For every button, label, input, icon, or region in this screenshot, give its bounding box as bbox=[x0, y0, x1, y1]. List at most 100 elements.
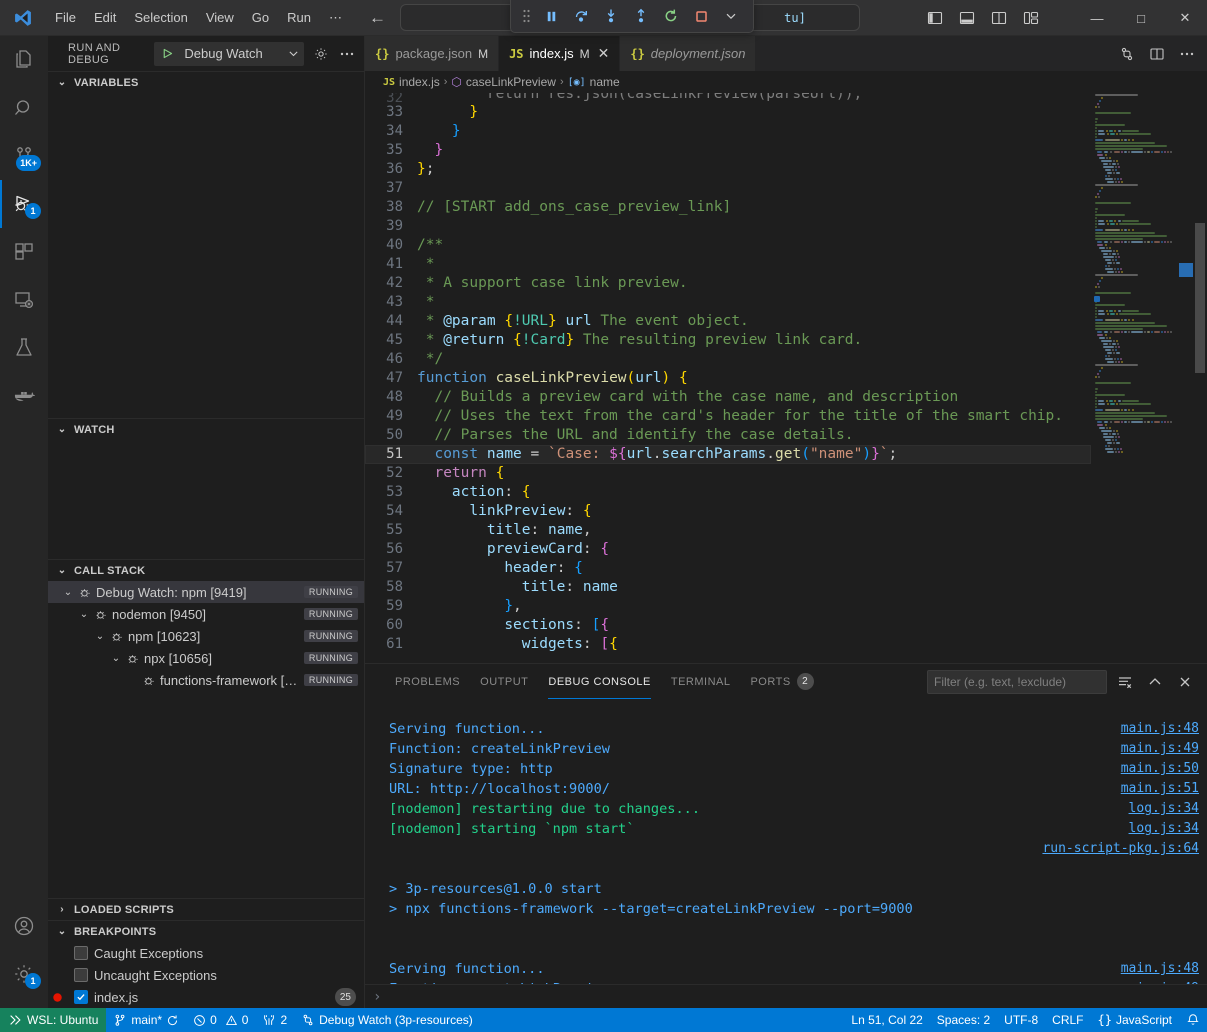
breakpoint-row[interactable]: index.js 25 bbox=[48, 986, 364, 1008]
activitybar-item-accounts[interactable] bbox=[0, 902, 48, 950]
minimap[interactable] bbox=[1091, 93, 1193, 663]
toggle-primary-sidebar-icon[interactable] bbox=[919, 0, 951, 36]
maximize-panel-button[interactable] bbox=[1143, 670, 1167, 694]
code-line[interactable]: 55 title: name, bbox=[365, 521, 1091, 540]
open-launch-json-button[interactable] bbox=[312, 43, 330, 65]
chevron-down-icon[interactable]: ⌄ bbox=[92, 631, 108, 642]
tab-index-js[interactable]: JS index.js M ✕ bbox=[499, 36, 620, 71]
console-filter-input[interactable]: Filter (e.g. text, !exclude) bbox=[927, 670, 1107, 694]
console-source-link[interactable]: main.js:48 bbox=[1121, 959, 1199, 979]
breadcrumb-item-function[interactable]: ⬡ caseLinkPreview bbox=[451, 75, 556, 89]
code-line[interactable]: 50 // Parses the URL and identify the ca… bbox=[365, 426, 1091, 445]
tab-output[interactable]: OUTPUT bbox=[470, 664, 538, 699]
stop-button[interactable] bbox=[687, 3, 715, 29]
activitybar-item-search[interactable] bbox=[0, 84, 48, 132]
customize-layout-icon[interactable] bbox=[1015, 0, 1047, 36]
code-line[interactable]: 56 previewCard: { bbox=[365, 540, 1091, 559]
variables-tree[interactable] bbox=[48, 93, 364, 418]
section-header-call-stack[interactable]: ⌄ CALL STACK bbox=[48, 559, 364, 581]
activitybar-item-run-and-debug[interactable]: 1 bbox=[0, 180, 48, 228]
code-line[interactable]: 37 bbox=[365, 179, 1091, 198]
statusbar-problems[interactable]: 0 0 bbox=[186, 1008, 255, 1032]
close-icon[interactable]: ✕ bbox=[598, 45, 610, 62]
call-stack-row[interactable]: ⌄ npm [10623] RUNNING bbox=[48, 625, 364, 647]
menu-view[interactable]: View bbox=[197, 6, 243, 30]
console-source-link[interactable]: main.js:51 bbox=[1121, 779, 1199, 799]
activitybar-item-extensions[interactable] bbox=[0, 228, 48, 276]
code-line[interactable]: 38// [START add_ons_case_preview_link] bbox=[365, 198, 1091, 217]
menu-run[interactable]: Run bbox=[278, 6, 320, 30]
console-source-link[interactable]: main.js:49 bbox=[1121, 739, 1199, 759]
code-line[interactable]: 47function caseLinkPreview(url) { bbox=[365, 369, 1091, 388]
step-out-button[interactable] bbox=[627, 3, 655, 29]
code-line[interactable]: 40/** bbox=[365, 236, 1091, 255]
tab-terminal[interactable]: TERMINAL bbox=[661, 664, 741, 699]
code-line[interactable]: 61 widgets: [{ bbox=[365, 635, 1091, 654]
menu-go[interactable]: Go bbox=[243, 6, 278, 30]
console-source-link[interactable]: log.js:34 bbox=[1129, 819, 1199, 839]
tab-ports[interactable]: PORTS 2 bbox=[740, 664, 823, 699]
activitybar-item-docker[interactable] bbox=[0, 372, 48, 420]
statusbar-branch[interactable]: main* bbox=[106, 1008, 186, 1032]
menu-edit[interactable]: Edit bbox=[85, 6, 125, 30]
code-line[interactable]: 41 * bbox=[365, 255, 1091, 274]
debug-console-input[interactable]: › bbox=[365, 984, 1207, 1008]
code-line[interactable]: 34 } bbox=[365, 122, 1091, 141]
code-line[interactable]: 36}; bbox=[365, 160, 1091, 179]
console-source-link[interactable]: log.js:34 bbox=[1129, 799, 1199, 819]
code-line[interactable]: 45 * @return {!Card} The resulting previ… bbox=[365, 331, 1091, 350]
call-stack-row[interactable]: ⌄ nodemon [9450] RUNNING bbox=[48, 603, 364, 625]
code-editor[interactable]: 32 return res.json(caseLinkPreview(parse… bbox=[365, 93, 1207, 663]
step-over-button[interactable] bbox=[567, 3, 595, 29]
breakpoint-checkbox[interactable] bbox=[74, 946, 88, 960]
breakpoint-row[interactable]: Caught Exceptions bbox=[48, 942, 364, 964]
console-source-link[interactable]: run-script-pkg.js:64 bbox=[1042, 839, 1199, 859]
section-header-breakpoints[interactable]: ⌄ BREAKPOINTS bbox=[48, 920, 364, 942]
code-line[interactable]: 51 const name = `Case: ${url.searchParam… bbox=[365, 445, 1091, 464]
statusbar-eol[interactable]: CRLF bbox=[1045, 1008, 1090, 1032]
code-line[interactable]: 58 title: name bbox=[365, 578, 1091, 597]
close-button[interactable]: ✕ bbox=[1163, 0, 1207, 36]
code-line[interactable]: 33 } bbox=[365, 103, 1091, 122]
code-line[interactable]: 44 * @param {!URL} url The event object. bbox=[365, 312, 1091, 331]
toggle-secondary-sidebar-icon[interactable] bbox=[983, 0, 1015, 36]
launch-configuration-select[interactable]: Debug Watch bbox=[154, 42, 304, 66]
call-stack-row[interactable]: ⌄ npx [10656] RUNNING bbox=[48, 647, 364, 669]
code-line[interactable]: 32 return res.json(caseLinkPreview(parse… bbox=[365, 93, 1091, 103]
minimap-slider[interactable] bbox=[1179, 263, 1193, 277]
statusbar-debug-session[interactable]: Debug Watch (3p-resources) bbox=[294, 1008, 480, 1032]
console-source-link[interactable]: main.js:49 bbox=[1121, 979, 1199, 984]
call-stack-row[interactable]: functions-framework [106… RUNNING bbox=[48, 669, 364, 691]
code-line[interactable]: 42 * A support case link preview. bbox=[365, 274, 1091, 293]
split-editor-right-icon[interactable] bbox=[1143, 39, 1171, 69]
console-source-link[interactable]: main.js:50 bbox=[1121, 759, 1199, 779]
code-line[interactable]: 39 bbox=[365, 217, 1091, 236]
chevron-down-icon[interactable] bbox=[717, 3, 745, 29]
code-line[interactable]: 59 }, bbox=[365, 597, 1091, 616]
step-into-button[interactable] bbox=[597, 3, 625, 29]
code-line[interactable]: 43 * bbox=[365, 293, 1091, 312]
tab-deployment-json[interactable]: {} deployment.json bbox=[620, 36, 756, 71]
code-line[interactable]: 48 // Builds a preview card with the cas… bbox=[365, 388, 1091, 407]
activitybar-item-source-control[interactable]: 1K+ bbox=[0, 132, 48, 180]
more-editor-actions-icon[interactable] bbox=[1173, 39, 1201, 69]
console-source-link[interactable]: main.js:48 bbox=[1121, 719, 1199, 739]
code-viewport[interactable]: 32 return res.json(caseLinkPreview(parse… bbox=[365, 93, 1091, 663]
restart-button[interactable] bbox=[657, 3, 685, 29]
chevron-down-icon[interactable] bbox=[282, 48, 304, 59]
statusbar-language-mode[interactable]: {} JavaScript bbox=[1091, 1008, 1179, 1032]
menu-selection[interactable]: Selection bbox=[125, 6, 196, 30]
tab-package-json[interactable]: {} package.json M bbox=[365, 36, 499, 71]
code-line[interactable]: 52 return { bbox=[365, 464, 1091, 483]
activitybar-item-settings[interactable]: 1 bbox=[0, 950, 48, 998]
statusbar-remote-indicator[interactable]: WSL: Ubuntu bbox=[0, 1008, 106, 1032]
call-stack-row[interactable]: ⌄ Debug Watch: npm [9419] RUNNING bbox=[48, 581, 364, 603]
statusbar-notifications[interactable] bbox=[1179, 1008, 1207, 1032]
close-panel-button[interactable] bbox=[1173, 670, 1197, 694]
section-header-loaded-scripts[interactable]: › LOADED SCRIPTS bbox=[48, 898, 364, 920]
chevron-down-icon[interactable]: ⌄ bbox=[108, 653, 124, 664]
chevron-down-icon[interactable]: ⌄ bbox=[76, 609, 92, 620]
code-line[interactable]: 60 sections: [{ bbox=[365, 616, 1091, 635]
activitybar-item-remote-explorer[interactable] bbox=[0, 276, 48, 324]
statusbar-cursor-position[interactable]: Ln 51, Col 22 bbox=[844, 1008, 929, 1032]
